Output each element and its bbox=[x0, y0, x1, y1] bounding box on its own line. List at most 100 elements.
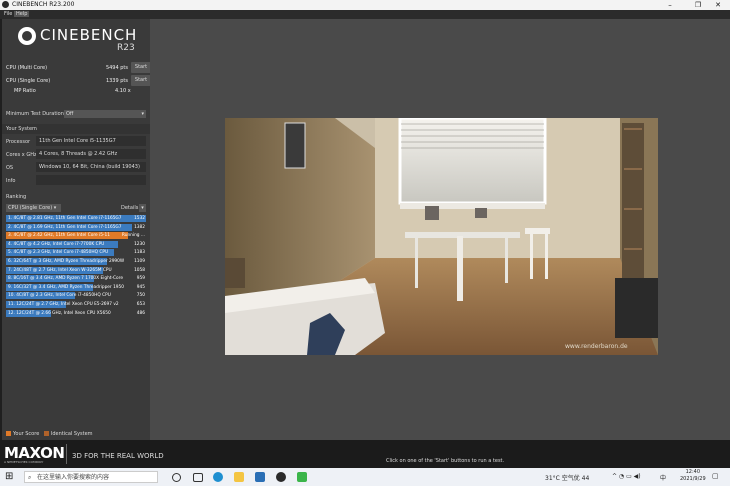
ranking-score: 1532 bbox=[134, 216, 145, 221]
system-key: Cores x GHz bbox=[6, 152, 37, 158]
left-panel: CINEBENCH R23 CPU (Multi Core) 5494 pts … bbox=[2, 19, 151, 440]
window-titlebar: CINEBENCH R23.200 – ❐ ✕ bbox=[0, 0, 730, 10]
menu-bar: File Help bbox=[0, 10, 730, 19]
ranking-controls: CPU (Single Core) ▾ Details ▾ bbox=[6, 204, 146, 213]
cinebench-logo-icon bbox=[18, 27, 36, 45]
wechat-icon[interactable] bbox=[297, 472, 307, 482]
tray-icons[interactable]: ^ ◔ ▭ ◀) bbox=[612, 473, 641, 480]
clock-date: 2021/9/29 bbox=[680, 476, 706, 482]
ranking-row[interactable]: 11. 12C/24T @ 2.7 GHz, Intel Xeon CPU E5… bbox=[6, 301, 146, 309]
your-system-heading: Your System bbox=[2, 124, 150, 134]
ranking-row[interactable]: 5. 4C/8T @ 2.3 GHz, Intel Core i7-4850HQ… bbox=[6, 249, 146, 257]
mail-icon[interactable] bbox=[255, 472, 265, 482]
start-single-core-button[interactable]: Start bbox=[131, 75, 151, 86]
min-duration-label: Minimum Test Duration bbox=[6, 111, 64, 117]
ranking-score: Running ... bbox=[121, 233, 145, 239]
mp-ratio-value: 4.10 x bbox=[115, 88, 131, 94]
ranking-score: 959 bbox=[136, 276, 145, 282]
ranking-label: 2. 4C/8T @ 1.69 GHz, 11th Gen Intel Core… bbox=[8, 224, 122, 230]
footer-divider bbox=[66, 444, 67, 464]
ranking-label: 9. 16C/32T @ 3.4 GHz, AMD Ryzen Threadri… bbox=[8, 284, 125, 290]
weather-text: 31°C 空气优 44 bbox=[545, 475, 590, 482]
ranking-row[interactable]: 7. 24C/48T @ 2.7 GHz, Intel Xeon W-3265M… bbox=[6, 266, 146, 275]
ranking-score: 1058 bbox=[134, 267, 145, 273]
ranking-score: 1230 bbox=[134, 241, 145, 247]
system-row-cores: Cores x GHz 4 Cores, 8 Threads @ 2.42 GH… bbox=[6, 149, 146, 161]
ranking-score: 1382 bbox=[134, 224, 145, 230]
bench-single-core: CPU (Single Core) 1339 pts Start bbox=[6, 75, 151, 86]
ranking-label: 8. 8C/16T @ 3.4 GHz, AMD Ryzen 7 1700X E… bbox=[8, 276, 124, 282]
ranking-row[interactable]: 12. 12C/24T @ 2.66 GHz, Intel Xeon CPU X… bbox=[6, 309, 146, 318]
ranking-label: 7. 24C/48T @ 2.7 GHz, Intel Xeon W-3265M… bbox=[8, 267, 112, 273]
minimize-button[interactable]: – bbox=[658, 0, 682, 10]
cinebench-app-icon bbox=[2, 1, 9, 8]
status-text: Click on one of the 'Start' buttons to r… bbox=[386, 458, 505, 464]
notification-icon[interactable]: ▢ bbox=[712, 472, 719, 480]
ranking-select-value: CPU (Single Core) bbox=[8, 205, 53, 211]
ranking-row[interactable]: 4. 4C/8T @ 4.2 GHz, Intel Core i7-7700K … bbox=[6, 240, 146, 249]
system-key: Info bbox=[6, 178, 16, 184]
ranking-details-label: Details bbox=[121, 205, 139, 211]
logo-name: CINEBENCH bbox=[40, 26, 138, 44]
ranking-label: 10. 4C/8T @ 2.3 GHz, Intel Core i7-4850H… bbox=[8, 293, 111, 299]
system-info-field[interactable] bbox=[36, 175, 146, 185]
task-view-icon[interactable] bbox=[193, 473, 203, 482]
logo: CINEBENCH R23 bbox=[2, 19, 150, 59]
window-title: CINEBENCH R23.200 bbox=[12, 1, 75, 8]
chevron-down-icon: ▾ bbox=[53, 205, 57, 211]
system-value: 11th Gen Intel Core i5-1135G7 bbox=[36, 136, 146, 146]
ranking-details-button[interactable]: ▾ bbox=[139, 204, 146, 212]
ranking-label: 1. 4C/8T @ 2.81 GHz, 11th Gen Intel Core… bbox=[8, 216, 122, 221]
bench-score: 1339 pts bbox=[105, 78, 128, 84]
render-viewport: www.renderbaron.de bbox=[150, 19, 730, 459]
ranking-label: 5. 4C/8T @ 2.3 GHz, Intel Core i7-4850HQ… bbox=[8, 250, 109, 256]
min-duration-select[interactable]: Off ▾ bbox=[64, 110, 146, 118]
logo-version: R23 bbox=[117, 43, 135, 53]
ranking-row[interactable]: 2. 4C/8T @ 1.69 GHz, 11th Gen Intel Core… bbox=[6, 223, 146, 232]
system-key: OS bbox=[6, 165, 14, 171]
ranking-score: 486 bbox=[136, 310, 145, 316]
ranking-row[interactable]: 1. 4C/8T @ 2.81 GHz, 11th Gen Intel Core… bbox=[6, 215, 146, 223]
chevron-down-icon: ▾ bbox=[141, 111, 144, 117]
ranking-score: 1109 bbox=[134, 259, 145, 264]
ranking-row[interactable]: 9. 16C/32T @ 3.4 GHz, AMD Ryzen Threadri… bbox=[6, 283, 146, 292]
ranking-score: 653 bbox=[136, 302, 145, 307]
ranking-label: 12. 12C/24T @ 2.66 GHz, Intel Xeon CPU X… bbox=[8, 310, 111, 316]
ranking-score: 1183 bbox=[134, 250, 145, 256]
identical-system-label: Identical System bbox=[50, 431, 93, 437]
edge-icon[interactable] bbox=[213, 472, 223, 482]
your-score-label: Your Score bbox=[13, 431, 40, 437]
your-score-swatch bbox=[6, 431, 11, 436]
system-value: 4 Cores, 8 Threads @ 2.42 GHz bbox=[36, 149, 146, 159]
search-icon: ⌕ bbox=[28, 474, 32, 481]
bench-score: 5494 pts bbox=[105, 65, 128, 71]
ranking-row[interactable]: 10. 4C/8T @ 2.3 GHz, Intel Core i7-4850H… bbox=[6, 292, 146, 300]
start-multi-core-button[interactable]: Start bbox=[131, 62, 151, 73]
clock[interactable]: 12:40 2021/9/29 bbox=[680, 469, 706, 483]
file-explorer-icon[interactable] bbox=[234, 472, 244, 482]
ranking-score: 945 bbox=[136, 284, 145, 290]
ranking-row[interactable]: 3. 4C/8T @ 2.42 GHz, 11th Gen Intel Core… bbox=[6, 232, 146, 240]
cinebench-taskbar-icon[interactable] bbox=[276, 472, 286, 482]
system-key: Processor bbox=[6, 139, 31, 145]
ranking-row[interactable]: 8. 8C/16T @ 3.4 GHz, AMD Ryzen 7 1700X E… bbox=[6, 275, 146, 283]
ime-indicator[interactable]: 中 bbox=[660, 473, 666, 482]
render-watermark: www.renderbaron.de bbox=[565, 343, 628, 350]
ranking-legend: Your Score Identical System bbox=[6, 431, 93, 437]
system-value: Windows 10, 64 Bit, China (build 19043) bbox=[36, 162, 146, 172]
windows-start-icon[interactable]: ⊞ bbox=[5, 472, 15, 482]
taskbar: ⊞ ⌕ 在这里输入你要搜索的内容 31°C 空气优 44 ^ ◔ ▭ ◀) 中 … bbox=[0, 468, 730, 486]
ranking-select[interactable]: CPU (Single Core) ▾ bbox=[6, 204, 61, 212]
ranking-label: 11. 12C/24T @ 2.7 GHz, Intel Xeon CPU E5… bbox=[8, 302, 119, 307]
ranking-label: 6. 32C/64T @ 3 GHz, AMD Ryzen Threadripp… bbox=[8, 259, 125, 264]
close-button[interactable]: ✕ bbox=[706, 0, 730, 10]
cortana-icon[interactable] bbox=[172, 473, 181, 482]
clock-time: 12:40 bbox=[685, 469, 701, 475]
menu-file[interactable]: File bbox=[2, 11, 14, 17]
menu-help[interactable]: Help bbox=[14, 11, 30, 17]
taskbar-search-input[interactable]: ⌕ 在这里输入你要搜索的内容 bbox=[24, 471, 158, 483]
mp-ratio-label: MP Ratio bbox=[14, 88, 36, 94]
bench-label: CPU (Single Core) bbox=[6, 78, 51, 84]
ranking-row[interactable]: 6. 32C/64T @ 3 GHz, AMD Ryzen Threadripp… bbox=[6, 258, 146, 266]
ranking-label: 4. 4C/8T @ 4.2 GHz, Intel Core i7-7700K … bbox=[8, 241, 105, 247]
